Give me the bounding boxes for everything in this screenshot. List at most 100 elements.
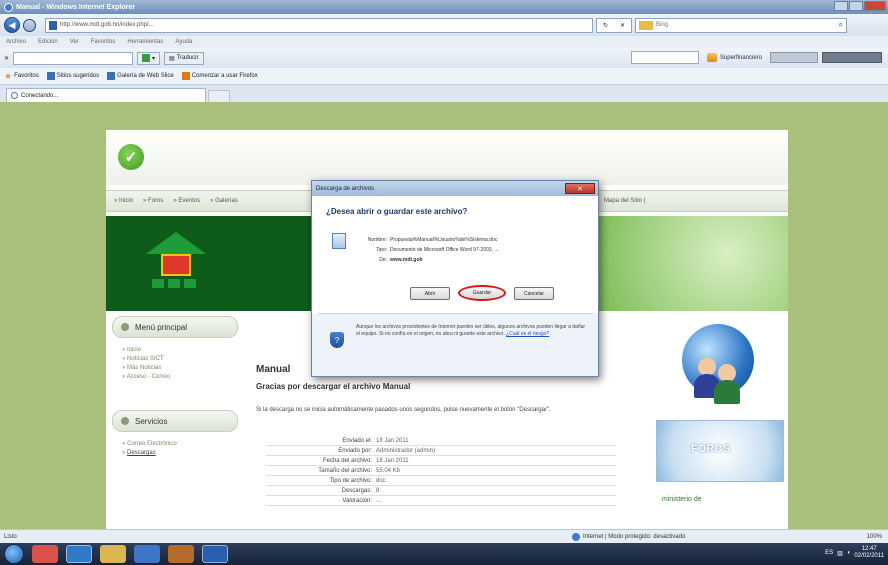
menu-link[interactable]: » Noticias SICT	[122, 355, 238, 364]
superfinanciero-label: Superfinanciero	[719, 54, 762, 61]
dialog-close-button[interactable]: ✕	[565, 183, 595, 194]
refresh-icon[interactable]: ↻	[603, 22, 608, 29]
window-controls	[834, 1, 886, 11]
ie-icon	[4, 2, 13, 12]
toolbar-dark-control[interactable]	[822, 52, 882, 63]
menu-item[interactable]: Archivo	[6, 39, 26, 45]
foros-banner[interactable]: FOROS	[656, 420, 784, 482]
services-link-label: Correo Electrónico	[127, 441, 177, 447]
nav-item-galerias[interactable]: » Galerías	[210, 198, 238, 204]
services-link[interactable]: » Descargas	[122, 449, 238, 458]
info-value: 18 Jan 2011	[376, 457, 409, 464]
toolbar-close-icon[interactable]: ✕	[4, 55, 9, 62]
save-button[interactable]: Guardar	[458, 285, 506, 301]
zoom-level[interactable]: 100%	[867, 534, 882, 540]
person-body	[714, 380, 740, 404]
table-row: Tamaño del archivo: 55.04 Kb	[266, 466, 616, 476]
main-menu-title: Menú principal	[135, 322, 188, 332]
internet-explorer-icon[interactable]	[66, 545, 92, 563]
info-key: Enviado por:	[338, 447, 372, 454]
favorite-suggested-sites[interactable]: Sitios sugeridos	[46, 72, 99, 80]
favorite-firefox[interactable]: Comenzar a usar Firefox	[181, 72, 258, 80]
table-row: Enviado por: Administrador (admin)	[266, 446, 616, 456]
superfinanciero-button[interactable]: Superfinanciero	[703, 51, 766, 64]
menu-item[interactable]: Favoritos	[91, 39, 116, 45]
maximize-button[interactable]	[849, 1, 863, 11]
language-icon[interactable]: ES	[825, 550, 833, 556]
detail-row: Nombre: Propuesta%Manual%Usuario%de%Siste…	[362, 235, 590, 245]
detail-key: De:	[379, 257, 387, 263]
superfinanciero-logo	[706, 53, 717, 62]
favorite-web-slice-gallery[interactable]: Galería de Web Slice	[107, 72, 174, 80]
suggested-sites-icon	[46, 72, 55, 80]
network-icon[interactable]: ▥	[837, 550, 843, 557]
tab-current[interactable]: Conectando...	[6, 88, 206, 102]
services-link[interactable]: » Correo Electrónico	[122, 440, 238, 449]
menu-item[interactable]: Ayuda	[175, 39, 192, 45]
dialog-warning: ? Aunque los archivos procedentes de Int…	[312, 314, 598, 376]
warning-message: Aunque los archivos procedentes de Inter…	[356, 324, 586, 337]
stop-icon[interactable]: ✕	[620, 22, 625, 29]
toolbar-gray-control[interactable]	[770, 52, 818, 63]
media-player-icon[interactable]	[32, 545, 58, 563]
tab-label: Conectando...	[21, 92, 59, 99]
info-key: Fecha del archivo:	[322, 457, 372, 464]
cancel-button[interactable]: Cancelar	[514, 287, 554, 300]
detail-row: De: www.mdt.gob	[362, 255, 590, 265]
detail-value: Documento de Microsoft Office Word 97-20…	[390, 247, 499, 253]
volume-icon[interactable]: ◖	[847, 550, 851, 556]
nav-label: Inicio	[119, 198, 134, 204]
menu-link[interactable]: » Acceso - Correo	[122, 373, 238, 382]
toolbar-options-button[interactable]: ▾	[137, 51, 161, 65]
ministry-logo: ministerio de	[662, 496, 702, 503]
menu-item[interactable]: Herramientas	[127, 39, 163, 45]
start-button[interactable]	[4, 544, 24, 564]
media-app-icon[interactable]	[168, 545, 194, 563]
detail-row: Tipo: Documento de Microsoft Office Word …	[362, 245, 590, 255]
menu-item[interactable]: Ver	[70, 39, 79, 45]
search-engine-label: Bing	[656, 22, 669, 28]
clock[interactable]: 12:47 02/02/2011	[854, 546, 884, 560]
open-button[interactable]: Abrir	[410, 287, 450, 300]
info-key: Tamaño del archivo:	[318, 467, 372, 474]
logo-letters	[152, 279, 206, 288]
logo-book	[161, 254, 191, 276]
minimize-button[interactable]	[834, 1, 848, 11]
toolbar-search-input[interactable]	[13, 51, 134, 65]
favorites-button[interactable]: ★ Favoritos	[4, 71, 39, 82]
clock-date: 02/02/2011	[854, 553, 884, 559]
nav-item-foros[interactable]: » Foros	[143, 198, 163, 204]
security-zone[interactable]: Internet | Modo protegido: desactivado	[572, 532, 686, 541]
detail-value: Propuesta%Manual%Usuario%de%Sistema.doc	[390, 237, 498, 243]
menu-link[interactable]: » Inicio	[122, 346, 238, 355]
dialog-titlebar: Descarga de archivos	[312, 181, 598, 196]
close-window-button[interactable]	[864, 1, 886, 11]
nav-label: Galerías	[215, 198, 238, 204]
nav-item-inicio[interactable]: » Inicio	[114, 198, 133, 204]
risk-link[interactable]: ¿Cuál es el riesgo?	[506, 331, 549, 337]
favorites-bar: ★ Favoritos Sitios sugeridos Galería de …	[0, 68, 888, 85]
address-tools[interactable]: ↻ ✕	[596, 17, 632, 33]
new-tab-button[interactable]	[208, 90, 230, 102]
menu-item[interactable]: Edición	[38, 39, 58, 45]
services-title: Servicios	[135, 416, 168, 426]
toolbar-blank-field[interactable]	[630, 51, 699, 64]
nav-item-eventos[interactable]: » Eventos	[173, 198, 200, 204]
security-zone-label: Internet | Modo protegido: desactivado	[583, 533, 686, 540]
forward-button[interactable]	[23, 18, 36, 32]
search-box[interactable]: Bing ⌕	[635, 17, 847, 33]
search-icon[interactable]: ⌕	[839, 20, 843, 30]
network-app-icon[interactable]	[134, 545, 160, 563]
services-list: » Correo Electrónico » Descargas	[112, 432, 238, 468]
back-button[interactable]: ◀	[4, 17, 20, 33]
logo-roof	[146, 232, 206, 254]
nav-item-sitemap[interactable]: Mapa del Sitio |	[604, 198, 645, 204]
window-title: Manual - Windows Internet Explorer	[16, 3, 135, 11]
address-url: http://www.mdt.gob.hn/index.php/...	[60, 22, 154, 28]
translate-button[interactable]: ▤ Traducir	[164, 51, 204, 65]
folder-icon[interactable]	[100, 545, 126, 563]
menu-link[interactable]: » Más Noticias	[122, 364, 238, 373]
word-icon[interactable]	[202, 545, 228, 563]
address-bar[interactable]: http://www.mdt.gob.hn/index.php/...	[45, 17, 593, 33]
warning-text: Aunque los archivos procedentes de Inter…	[356, 324, 586, 338]
